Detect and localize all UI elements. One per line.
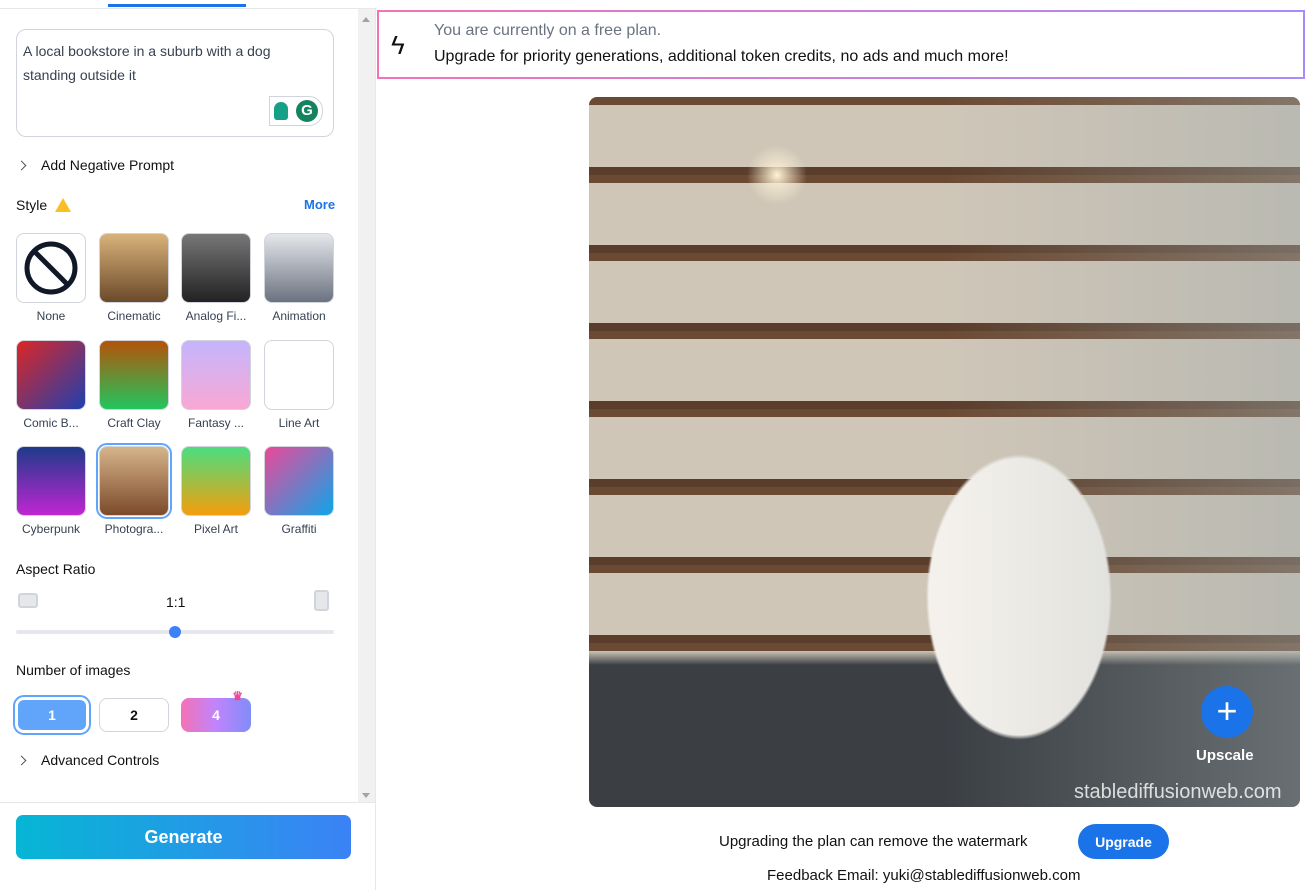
- style-label: Fantasy ...: [187, 416, 245, 430]
- aspect-ratio-label: Aspect Ratio: [16, 561, 96, 577]
- divider: [0, 802, 375, 803]
- style-tile[interactable]: Comic B...: [16, 340, 86, 430]
- watermark-note: Upgrading the plan can remove the waterm…: [719, 833, 1028, 850]
- number-of-images-label: Number of images: [16, 662, 131, 678]
- style-label: Photogra...: [104, 522, 164, 536]
- style-thumbnail: [264, 340, 334, 410]
- images-1-button[interactable]: 1: [13, 695, 91, 735]
- style-tile[interactable]: Line Art: [264, 340, 334, 430]
- feedback-email: Feedback Email: yuki@stablediffusionweb.…: [767, 867, 1081, 884]
- style-label: Comic B...: [23, 416, 79, 430]
- style-label: Animation: [272, 309, 326, 323]
- active-tab-indicator: [108, 4, 246, 7]
- chevron-right-icon: [16, 755, 27, 766]
- banner-title: You are currently on a free plan.: [434, 22, 662, 39]
- aspect-ratio-slider[interactable]: [16, 626, 334, 638]
- style-label: Graffiti: [281, 522, 317, 536]
- aspect-ratio-value: 1:1: [166, 594, 186, 610]
- no-icon: [24, 241, 78, 295]
- upscale-plus-icon[interactable]: +: [1201, 686, 1253, 738]
- generated-image[interactable]: [589, 97, 1300, 807]
- slider-handle[interactable]: [169, 626, 181, 638]
- lightning-icon: ϟ: [391, 30, 405, 60]
- prompt-input[interactable]: A local bookstore in a suburb with a dog…: [16, 29, 334, 137]
- style-label: Pixel Art: [193, 522, 238, 536]
- images-4-label: 4: [212, 707, 220, 723]
- generate-button[interactable]: Generate: [16, 815, 351, 859]
- top-tabs: [0, 0, 376, 9]
- landscape-icon[interactable]: [18, 593, 38, 608]
- no-style-icon: [16, 233, 86, 303]
- style-thumbnail: [264, 233, 334, 303]
- free-plan-banner[interactable]: ϟ You are currently on a free plan. Upgr…: [377, 10, 1305, 79]
- style-tile[interactable]: Graffiti: [264, 446, 334, 536]
- style-thumbnail: [16, 340, 86, 410]
- warning-icon: [55, 198, 72, 212]
- style-tile[interactable]: Animation: [264, 233, 334, 323]
- style-heading: Style: [16, 197, 72, 213]
- advanced-controls-label: Advanced Controls: [41, 752, 160, 768]
- style-label: Line Art: [278, 416, 320, 430]
- settings-panel: A local bookstore in a suburb with a dog…: [0, 9, 376, 890]
- style-label: Cinematic: [107, 309, 161, 323]
- style-tile[interactable]: None: [16, 233, 86, 323]
- lightbulb-icon[interactable]: [274, 102, 288, 120]
- style-tile[interactable]: Analog Fi...: [181, 233, 251, 323]
- style-thumbnail: [181, 446, 251, 516]
- negative-prompt-label: Add Negative Prompt: [41, 157, 175, 173]
- images-2-button[interactable]: 2: [99, 698, 169, 732]
- style-thumbnail: [264, 446, 334, 516]
- style-tile[interactable]: Craft Clay: [99, 340, 169, 430]
- advanced-controls[interactable]: Advanced Controls: [16, 752, 159, 768]
- add-negative-prompt[interactable]: Add Negative Prompt: [16, 157, 174, 173]
- style-tile[interactable]: Fantasy ...: [181, 340, 251, 430]
- style-label: Analog Fi...: [185, 309, 247, 323]
- style-tile[interactable]: Photogra...: [96, 443, 172, 536]
- style-thumbnail: [16, 446, 86, 516]
- style-tile[interactable]: Cinematic: [99, 233, 169, 323]
- more-styles-link[interactable]: More: [304, 197, 335, 212]
- style-thumbnail: [181, 233, 251, 303]
- style-label: Cyberpunk: [21, 522, 81, 536]
- crown-icon: ♛: [232, 689, 243, 703]
- scroll-up-icon[interactable]: [362, 17, 370, 22]
- style-label: Craft Clay: [107, 416, 161, 430]
- grammarly-widget[interactable]: G: [269, 96, 323, 126]
- grammarly-icon[interactable]: G: [296, 100, 318, 122]
- style-thumbnail: [99, 340, 169, 410]
- style-thumbnail: [181, 340, 251, 410]
- style-tile[interactable]: Pixel Art: [181, 446, 251, 536]
- prompt-text: A local bookstore in a suburb with a dog…: [23, 43, 271, 83]
- style-thumbnail: [96, 443, 172, 519]
- watermark: stablediffusionweb.com: [1074, 781, 1282, 803]
- scrollbar[interactable]: [358, 9, 375, 802]
- portrait-icon[interactable]: [314, 590, 329, 611]
- style-label: Style: [16, 197, 48, 213]
- style-label: None: [36, 309, 66, 323]
- image-overlay: [589, 97, 1300, 807]
- upscale-label[interactable]: Upscale: [1196, 747, 1254, 764]
- style-tile[interactable]: Cyberpunk: [16, 446, 86, 536]
- scroll-down-icon[interactable]: [362, 793, 370, 798]
- chevron-right-icon: [16, 160, 27, 171]
- upgrade-button[interactable]: Upgrade: [1078, 824, 1169, 859]
- images-4-button[interactable]: 4 ♛: [181, 689, 251, 732]
- banner-text: Upgrade for priority generations, additi…: [434, 48, 1009, 65]
- style-thumbnail: [99, 233, 169, 303]
